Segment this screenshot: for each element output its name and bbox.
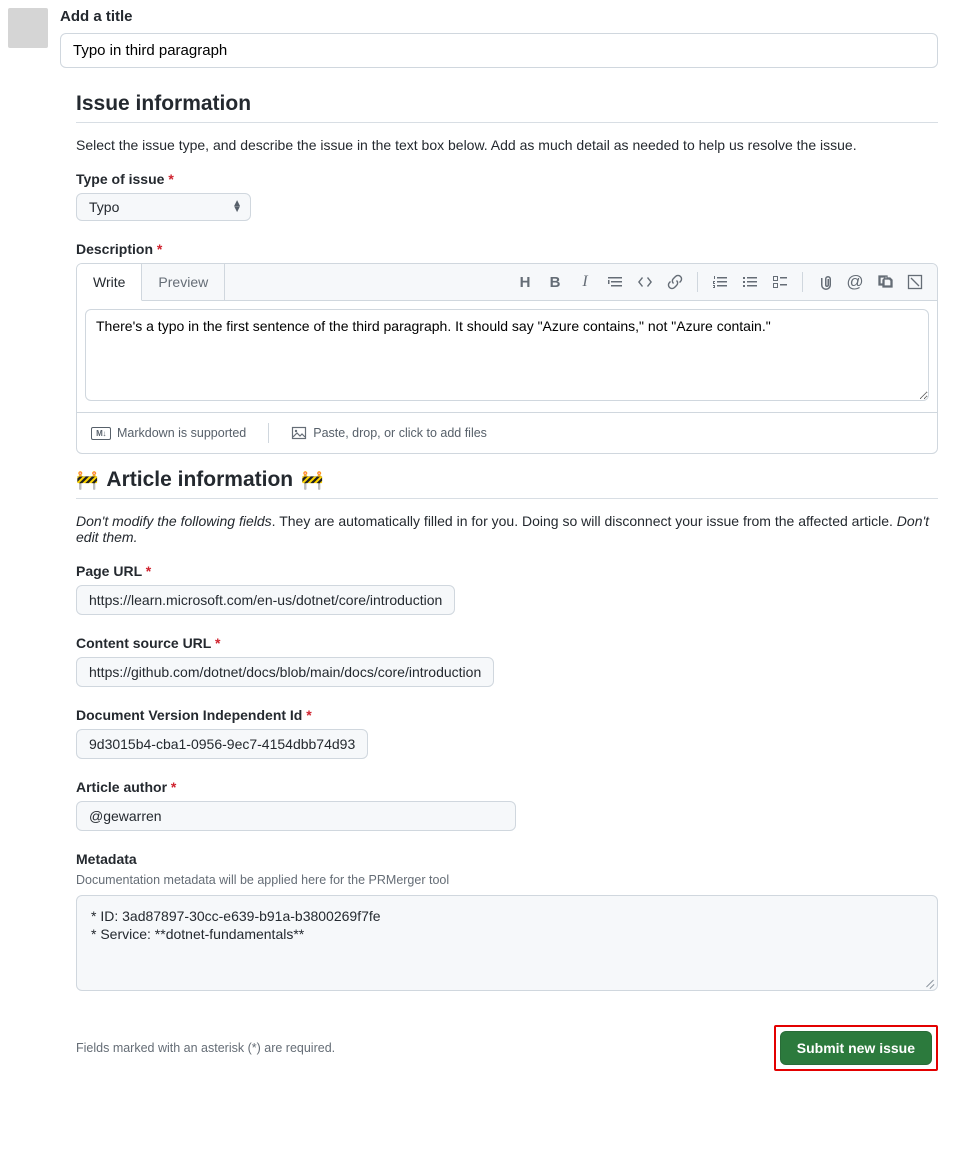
construction-icon: 🚧 [76, 470, 98, 491]
type-of-issue-value: Typo [89, 199, 119, 215]
metadata-label: Metadata [76, 851, 938, 867]
chevron-updown-icon: ▲▼ [232, 201, 242, 213]
tab-preview[interactable]: Preview [142, 264, 225, 300]
doc-version-id-input[interactable]: 9d3015b4-cba1-0956-9ec7-4154dbb74d93 [76, 729, 368, 759]
toolbar-separator [802, 272, 803, 292]
issue-info-description: Select the issue type, and describe the … [76, 137, 938, 153]
submit-new-issue-button[interactable]: Submit new issue [780, 1031, 932, 1065]
markdown-supported-link[interactable]: M↓ Markdown is supported [91, 426, 246, 440]
tab-write[interactable]: Write [77, 264, 142, 301]
type-of-issue-select[interactable]: Typo ▲▼ [76, 193, 251, 221]
unordered-list-icon[interactable] [742, 274, 758, 290]
page-url-label: Page URL * [76, 563, 938, 579]
link-icon[interactable] [667, 274, 683, 290]
heading-icon[interactable]: H [517, 274, 533, 290]
content-source-url-label: Content source URL * [76, 635, 938, 651]
title-label: Add a title [60, 8, 938, 25]
page-url-input[interactable]: https://learn.microsoft.com/en-us/dotnet… [76, 585, 455, 615]
issue-info-heading: Issue information [76, 92, 938, 123]
resize-handle-icon[interactable] [925, 978, 935, 988]
description-editor: Write Preview H B I [76, 263, 938, 454]
avatar [8, 8, 48, 48]
construction-icon: 🚧 [301, 470, 323, 491]
image-icon [291, 425, 307, 441]
ordered-list-icon[interactable] [712, 274, 728, 290]
markdown-icon: M↓ [91, 427, 111, 440]
attach-files-link[interactable]: Paste, drop, or click to add files [291, 425, 487, 441]
metadata-textarea[interactable]: * ID: 3ad87897-30cc-e639-b91a-b3800269f7… [76, 895, 938, 991]
required-fields-note: Fields marked with an asterisk (*) are r… [76, 1041, 335, 1055]
footer-separator [268, 423, 269, 443]
submit-highlight: Submit new issue [774, 1025, 938, 1071]
description-label: Description * [76, 241, 938, 257]
article-author-input[interactable]: @gewarren [76, 801, 516, 831]
mention-icon[interactable]: @ [847, 274, 863, 290]
italic-icon[interactable]: I [577, 274, 593, 290]
doc-version-id-label: Document Version Independent Id * [76, 707, 938, 723]
metadata-sublabel: Documentation metadata will be applied h… [76, 873, 938, 887]
cross-reference-icon[interactable] [877, 274, 893, 290]
type-of-issue-label: Type of issue * [76, 171, 938, 187]
article-info-warning: Don't modify the following fields. They … [76, 513, 938, 545]
article-info-heading: 🚧 Article information 🚧 [76, 468, 938, 499]
quote-icon[interactable] [607, 274, 623, 290]
code-icon[interactable] [637, 274, 653, 290]
task-list-icon[interactable] [772, 274, 788, 290]
attach-icon[interactable] [817, 274, 833, 290]
diff-icon[interactable] [907, 274, 923, 290]
title-input[interactable] [60, 33, 938, 68]
content-source-url-input[interactable]: https://github.com/dotnet/docs/blob/main… [76, 657, 494, 687]
description-textarea[interactable] [85, 309, 929, 401]
bold-icon[interactable]: B [547, 274, 563, 290]
article-author-label: Article author * [76, 779, 938, 795]
toolbar-separator [697, 272, 698, 292]
